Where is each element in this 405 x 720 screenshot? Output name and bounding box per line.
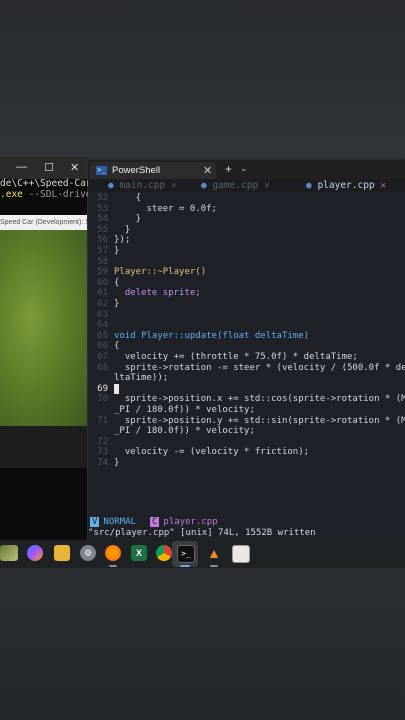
file-explorer-icon[interactable] (54, 545, 70, 561)
file-indicator: Cplayer.cpp (150, 516, 218, 528)
cpp-file-icon: ● (306, 180, 318, 191)
game-window[interactable]: Speed Car (Development): SDL (0, 215, 87, 468)
app-window-icon[interactable] (232, 545, 250, 563)
tab-title: PowerShell (112, 165, 161, 176)
terminal-running-indicator (180, 565, 190, 567)
mode-label: NORMAL (103, 517, 136, 527)
terminal-icon[interactable]: >_ (177, 545, 195, 563)
buffer-name: game.cpp (212, 180, 259, 191)
vim-icon: V (90, 517, 100, 527)
console-titlebar[interactable]: — ☐ ✕ (0, 157, 87, 179)
buffer-name: player.cpp (317, 180, 375, 191)
terminal-window[interactable]: >_ PowerShell ✕ + ⌄ ● main.cpp ✕ ● game.… (88, 160, 405, 540)
firefox-running-indicator (109, 565, 117, 567)
file-label: player.cpp (163, 517, 218, 527)
terminal-tabbar: >_ PowerShell ✕ + ⌄ (88, 160, 405, 180)
cpp-file-icon: C (150, 517, 160, 527)
excel-icon[interactable]: X (131, 545, 147, 561)
buffer-tab-player[interactable]: ● player.cpp ✕ (306, 179, 386, 192)
vlc-icon[interactable]: ▲ (206, 545, 222, 561)
command-line-message: "src/player.cpp" [unix] 74L, 1552B writt… (88, 528, 316, 538)
buffer-tab-main[interactable]: ● main.cpp ✕ (108, 179, 177, 192)
cpp-file-icon: ● (108, 180, 120, 191)
buffer-name: main.cpp (119, 180, 166, 191)
copilot-icon[interactable] (27, 545, 43, 561)
buffer-bar: ● main.cpp ✕ ● game.cpp ✕ ● player.cpp ✕ (88, 179, 405, 192)
buffer-close-icon[interactable]: ✕ (380, 180, 386, 191)
desktop-background (0, 0, 405, 158)
powershell-icon: >_ (96, 166, 107, 175)
game-window-title: Speed Car (Development): SDL (0, 215, 87, 230)
desktop-background-lower (0, 568, 405, 720)
settings-icon[interactable]: ⚙ (80, 545, 96, 561)
console-exe: .exe (0, 189, 23, 200)
chrome-icon[interactable] (156, 545, 172, 561)
vlc-running-indicator (210, 565, 218, 567)
buffer-close-icon[interactable]: ✕ (171, 180, 177, 191)
console-path-line: de\C++\Speed-Car (0, 178, 92, 189)
statusline: V NORMAL Cplayer.cpp (88, 516, 405, 528)
game-window-bottom (0, 426, 87, 468)
console-exe-line: .exe --SDL-drive (0, 189, 92, 200)
firefox-icon[interactable] (105, 545, 121, 561)
mode-indicator: V NORMAL (88, 516, 140, 528)
new-tab-button[interactable]: + (225, 162, 232, 176)
cursor (114, 383, 119, 395)
maximize-button[interactable]: ☐ (44, 161, 54, 174)
buffer-close-icon[interactable]: ✕ (264, 180, 270, 191)
taskbar: ⚙ X >_ ▲ (0, 540, 405, 568)
cpp-file-icon: ● (201, 180, 213, 191)
buffer-tab-game[interactable]: ● game.cpp ✕ (201, 179, 270, 192)
tab-dropdown-icon[interactable]: ⌄ (240, 163, 248, 174)
tab-close-icon[interactable]: ✕ (203, 164, 212, 177)
console-exe-args: --SDL-drive (22, 189, 92, 200)
tab-powershell[interactable]: >_ PowerShell ✕ (90, 162, 216, 180)
game-viewport[interactable] (0, 230, 87, 426)
console-window[interactable]: — ☐ ✕ de\C++\Speed-Car .exe --SDL-drive … (0, 157, 92, 540)
minimize-button[interactable]: — (16, 161, 27, 173)
close-button[interactable]: ✕ (70, 161, 79, 174)
landscape-icon[interactable] (0, 545, 18, 561)
